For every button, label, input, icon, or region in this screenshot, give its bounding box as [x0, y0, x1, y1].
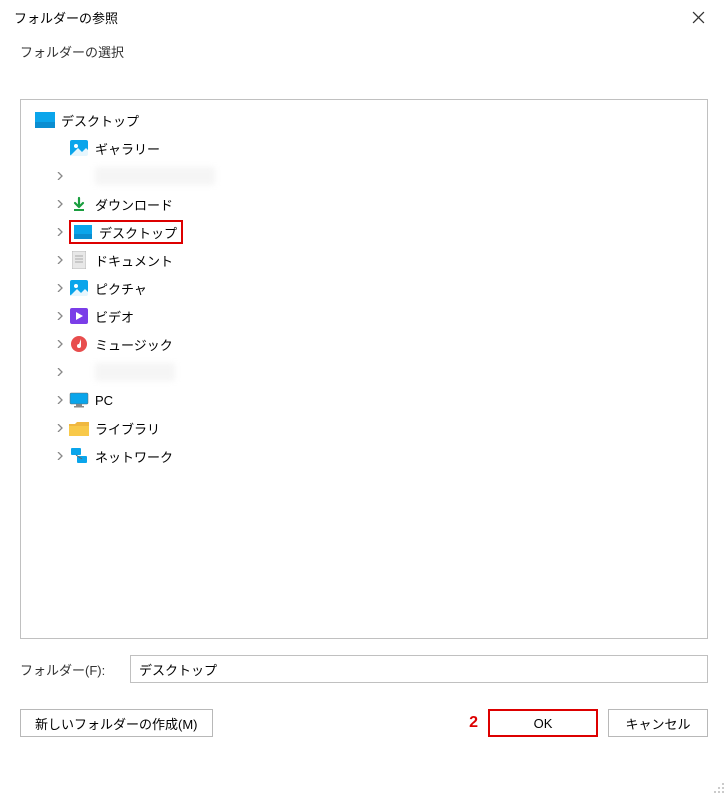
tree-item-user[interactable] [23, 162, 705, 190]
blank-icon [69, 166, 89, 186]
tree-item-label: ミュージック [95, 335, 173, 354]
blank-icon [69, 362, 89, 382]
new-folder-button[interactable]: 新しいフォルダーの作成(M) [20, 709, 213, 737]
folder-tree[interactable]: デスクトップ ギャラリー [20, 99, 708, 639]
tree-item-label [95, 363, 175, 381]
tree-item-network[interactable]: ネットワーク [23, 442, 705, 470]
tree-item-label: ドキュメント [95, 251, 173, 270]
annotation-number-2: 2 [469, 714, 478, 732]
tree-item-music[interactable]: ミュージック [23, 330, 705, 358]
pc-icon [69, 390, 89, 410]
button-row: 新しいフォルダーの作成(M) 2 OK キャンセル [20, 709, 708, 737]
music-icon [69, 334, 89, 354]
tree-item-gallery[interactable]: ギャラリー [23, 134, 705, 162]
chevron-icon[interactable] [51, 167, 69, 185]
tree-item-label: PC [95, 393, 113, 408]
chevron-icon[interactable] [51, 307, 69, 325]
window-title: フォルダーの参照 [14, 8, 118, 27]
close-button[interactable] [676, 2, 720, 32]
ok-button[interactable]: OK [488, 709, 598, 737]
tree-item-label: ネットワーク [95, 447, 173, 466]
tree-item-label: ビデオ [95, 307, 134, 326]
tree-item-libraries[interactable]: ライブラリ [23, 414, 705, 442]
chevron-icon[interactable] [51, 279, 69, 297]
tree-item-blank[interactable] [23, 358, 705, 386]
folder-field-label: フォルダー(F): [20, 660, 130, 679]
tree-root[interactable]: デスクトップ [23, 106, 705, 134]
tree-item-label: ギャラリー [95, 139, 160, 158]
chevron-icon[interactable] [51, 335, 69, 353]
resize-grip-icon[interactable] [712, 781, 726, 798]
tree-item-label: ダウンロード [95, 195, 173, 214]
tree-item-documents[interactable]: ドキュメント [23, 246, 705, 274]
document-icon [69, 250, 89, 270]
chevron-icon[interactable] [51, 391, 69, 409]
folder-field-row: フォルダー(F): [20, 655, 708, 683]
tree-item-desktop[interactable]: 1 デスクトップ [23, 218, 705, 246]
chevron-icon[interactable] [51, 419, 69, 437]
tree-item-pc[interactable]: PC [23, 386, 705, 414]
selected-highlight: デスクトップ [69, 220, 183, 244]
tree-root-label: デスクトップ [61, 111, 139, 130]
tree-item-downloads[interactable]: ダウンロード [23, 190, 705, 218]
library-icon [69, 418, 89, 438]
picture-icon [69, 278, 89, 298]
tree-item-label: ピクチャ [95, 279, 147, 298]
chevron-icon[interactable] [51, 223, 69, 241]
tree-item-label: デスクトップ [99, 223, 177, 242]
tree-item-videos[interactable]: ビデオ [23, 302, 705, 330]
tree-item-label: ライブラリ [95, 419, 160, 438]
chevron-icon[interactable] [51, 447, 69, 465]
close-icon [692, 11, 705, 24]
video-icon [69, 306, 89, 326]
gallery-icon [69, 138, 89, 158]
desktop-icon [35, 110, 55, 130]
folder-field-input[interactable] [130, 655, 708, 683]
chevron-icon[interactable] [51, 363, 69, 381]
title-bar: フォルダーの参照 [0, 0, 728, 34]
network-icon [69, 446, 89, 466]
chevron-icon[interactable] [51, 195, 69, 213]
download-icon [69, 194, 89, 214]
chevron-icon[interactable] [51, 251, 69, 269]
desktop-small-icon [73, 222, 93, 242]
cancel-button[interactable]: キャンセル [608, 709, 708, 737]
tree-item-pictures[interactable]: ピクチャ [23, 274, 705, 302]
prompt-label: フォルダーの選択 [0, 34, 728, 61]
tree-item-label [95, 167, 215, 185]
